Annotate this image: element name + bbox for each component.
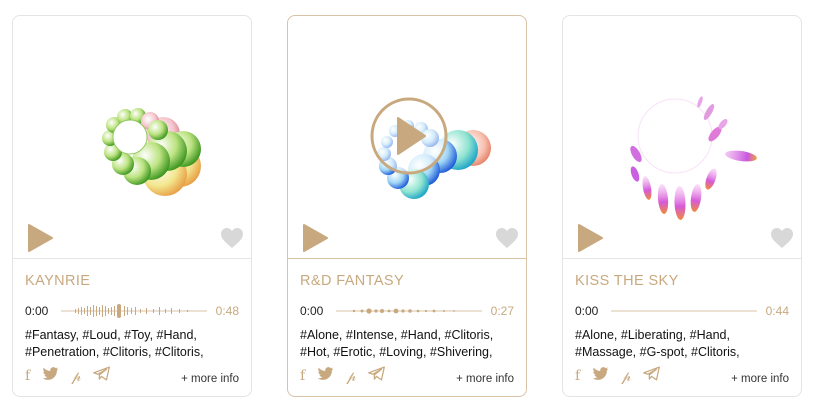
facebook-icon[interactable]: f <box>575 368 580 384</box>
audio-card: R&D FANTASY 0:00 0:27 #Alone, #Intense, … <box>287 15 527 397</box>
tags-line: #Penetration, #Clitoris, #Clitoris, <box>25 345 204 359</box>
share-bar: f 𝓅 <box>575 366 661 386</box>
twitter-icon[interactable] <box>317 366 334 386</box>
tag-list: #Fantasy, #Loud, #Toy, #Hand, #Penetrati… <box>25 327 247 361</box>
more-info-link[interactable]: + more info <box>731 373 789 385</box>
telegram-icon[interactable] <box>368 366 386 386</box>
audio-visualization <box>13 16 251 258</box>
more-info-link[interactable]: + more info <box>181 373 239 385</box>
waveform-scrubber[interactable] <box>336 303 482 319</box>
current-time: 0:00 <box>25 304 49 318</box>
play-overlay-icon[interactable] <box>370 97 448 175</box>
facebook-icon[interactable]: f <box>300 368 305 384</box>
divider <box>288 258 526 259</box>
pinterest-icon[interactable]: 𝓅 <box>346 368 356 385</box>
duration: 0:27 <box>490 304 514 318</box>
divider <box>563 258 801 259</box>
current-time: 0:00 <box>575 304 599 318</box>
tags-line: #Alone, #Intense, #Hand, #Clitoris, <box>300 328 494 342</box>
audio-visualization <box>288 16 526 258</box>
play-icon[interactable] <box>577 224 603 252</box>
track-title[interactable]: KISS THE SKY <box>575 273 679 289</box>
share-bar: f 𝓅 <box>25 366 111 386</box>
twitter-icon[interactable] <box>42 366 59 386</box>
telegram-icon[interactable] <box>643 366 661 386</box>
divider <box>13 258 251 259</box>
current-time: 0:00 <box>300 304 324 318</box>
waveform-scrubber[interactable] <box>61 303 207 319</box>
audio-card: KAYNRIE 0:00 0:48 #Fantasy, #Loud, #Toy,… <box>12 15 252 397</box>
more-info-link[interactable]: + more info <box>456 373 514 385</box>
audio-visualization <box>563 16 801 258</box>
track-title[interactable]: R&D FANTASY <box>300 273 404 289</box>
play-icon[interactable] <box>27 224 53 252</box>
audio-card: KISS THE SKY 0:00 0:44 #Alone, #Liberati… <box>562 15 802 397</box>
waveform-scrubber[interactable] <box>611 303 757 319</box>
tags-line: #Alone, #Liberating, #Hand, <box>575 328 730 342</box>
track-title[interactable]: KAYNRIE <box>25 273 90 289</box>
duration: 0:44 <box>765 304 789 318</box>
tag-list: #Alone, #Liberating, #Hand, #Massage, #G… <box>575 327 797 361</box>
tags-line: #Fantasy, #Loud, #Toy, #Hand, <box>25 328 197 342</box>
flame-ring <box>630 96 757 220</box>
heart-icon[interactable] <box>220 227 244 249</box>
play-icon[interactable] <box>302 224 328 252</box>
tag-list: #Alone, #Intense, #Hand, #Clitoris, #Hot… <box>300 327 522 361</box>
heart-icon[interactable] <box>770 227 794 249</box>
facebook-icon[interactable]: f <box>25 368 30 384</box>
pinterest-icon[interactable]: 𝓅 <box>621 368 631 385</box>
bubble-ring <box>102 108 201 196</box>
heart-icon[interactable] <box>495 227 519 249</box>
telegram-icon[interactable] <box>93 366 111 386</box>
share-bar: f 𝓅 <box>300 366 386 386</box>
pinterest-icon[interactable]: 𝓅 <box>71 368 81 385</box>
tags-line: #Massage, #G-spot, #Clitoris, <box>575 345 740 359</box>
twitter-icon[interactable] <box>592 366 609 386</box>
duration: 0:48 <box>215 304 239 318</box>
tags-line: #Hot, #Erotic, #Loving, #Shivering, <box>300 345 493 359</box>
